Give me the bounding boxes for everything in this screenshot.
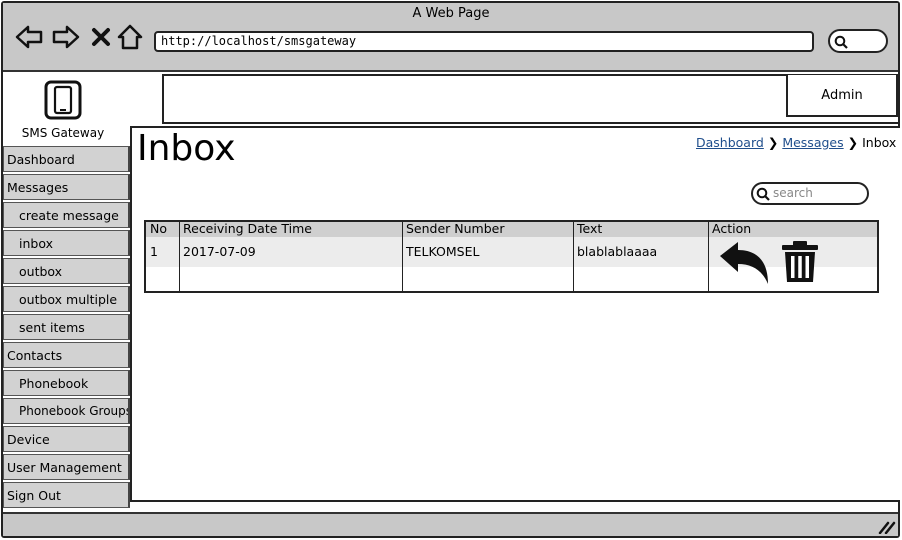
forward-arrow-icon[interactable] (52, 24, 80, 50)
cell-sender: TELKOMSEL (406, 244, 480, 259)
sidebar-item-phonebook[interactable]: Phonebook (3, 370, 130, 396)
app-name: SMS Gateway (21, 126, 105, 140)
phone-icon (44, 80, 82, 120)
sidebar-item-create-message[interactable]: create message (3, 202, 130, 228)
url-input[interactable]: http://localhost/smsgateway (154, 31, 814, 52)
column-header-sender: Sender Number (406, 221, 505, 236)
status-bar (3, 512, 898, 536)
back-arrow-icon[interactable] (15, 24, 43, 50)
sidebar-item-sign-out[interactable]: Sign Out (3, 482, 130, 508)
search-icon (834, 35, 848, 49)
sidebar: Dashboard Messages create message inbox … (3, 146, 130, 512)
breadcrumb-link-messages[interactable]: Messages (782, 135, 843, 150)
column-divider (573, 222, 574, 291)
search-icon (756, 187, 770, 201)
sidebar-item-phonebook-groups[interactable]: Phonebook Groups (3, 398, 130, 424)
cell-text: blablablaaaa (577, 244, 658, 259)
breadcrumb-link-dashboard[interactable]: Dashboard (696, 135, 764, 150)
window-title: A Web Page (412, 6, 490, 21)
reply-icon[interactable] (718, 240, 770, 286)
column-header-received: Receiving Date Time (183, 221, 312, 236)
column-header-action: Action (712, 221, 752, 236)
column-divider (402, 222, 403, 291)
sidebar-item-outbox-multiple[interactable]: outbox multiple (3, 286, 130, 312)
sidebar-item-device[interactable]: Device (3, 426, 130, 452)
browser-search-field[interactable] (828, 29, 888, 53)
column-header-text: Text (577, 221, 603, 236)
trash-icon[interactable] (780, 240, 820, 284)
admin-menu-button[interactable]: Admin (786, 75, 898, 117)
cell-no: 1 (150, 244, 158, 259)
cell-received: 2017-07-09 (183, 244, 256, 259)
sidebar-item-dashboard[interactable]: Dashboard (3, 146, 130, 172)
breadcrumb: Dashboard ❯ Messages ❯ Inbox (696, 135, 896, 150)
column-divider (179, 222, 180, 291)
sidebar-item-outbox[interactable]: outbox (3, 258, 130, 284)
sidebar-item-contacts[interactable]: Contacts (3, 342, 130, 368)
resize-grip-icon[interactable] (876, 518, 896, 534)
column-header-no: No (150, 221, 167, 236)
sidebar-item-inbox[interactable]: inbox (3, 230, 130, 256)
breadcrumb-current: Inbox (862, 135, 897, 150)
column-divider (708, 222, 709, 291)
sidebar-item-user-management[interactable]: User Management (3, 454, 130, 480)
chevron-right-icon: ❯ (767, 135, 779, 150)
sidebar-item-messages[interactable]: Messages (3, 174, 130, 200)
close-icon[interactable] (90, 24, 112, 50)
home-icon[interactable] (117, 24, 143, 50)
page-title: Inbox (137, 128, 236, 169)
sidebar-item-sent-items[interactable]: sent items (3, 314, 130, 340)
chevron-right-icon: ❯ (847, 135, 859, 150)
